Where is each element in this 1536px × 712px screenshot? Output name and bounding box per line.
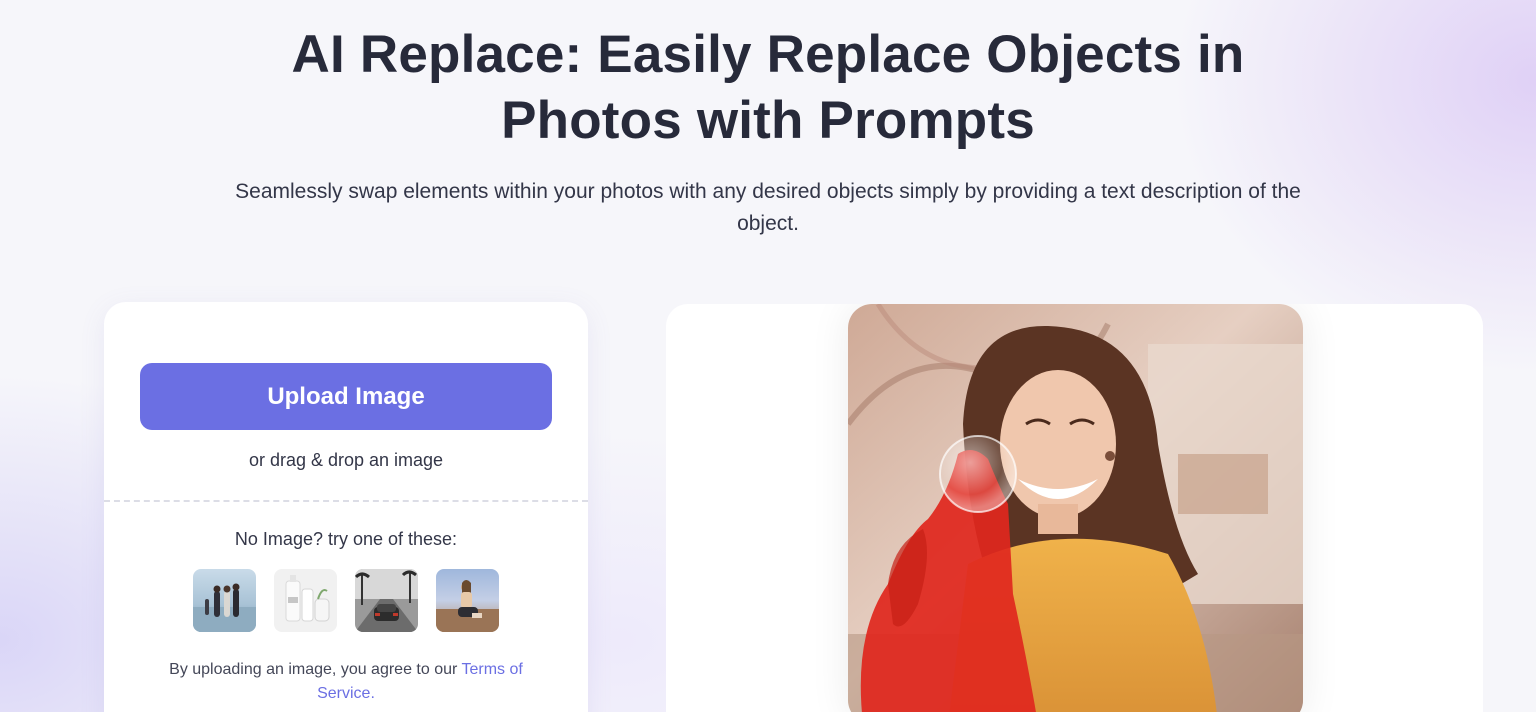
sample-prompt-text: No Image? try one of these: — [234, 529, 458, 549]
demo-photo — [848, 304, 1303, 712]
sample-product-bottles[interactable] — [274, 569, 337, 632]
upload-image-button[interactable]: Upload Image — [140, 363, 552, 430]
sample-beach-people[interactable] — [193, 569, 256, 632]
dashed-divider — [104, 500, 588, 502]
sample-images — [193, 569, 499, 632]
drag-drop-text: or drag & drop an image — [248, 450, 444, 470]
woman-portrait-image — [848, 304, 1303, 712]
terms-notice: By uploading an image, you agree to our … — [154, 658, 538, 706]
page-subtitle: Seamlessly swap elements within your pho… — [235, 180, 1301, 235]
product-bottles-thumbnail-icon — [274, 569, 337, 632]
sample-street-car[interactable] — [355, 569, 418, 632]
terms-prefix: By uploading an image, you agree to our — [169, 661, 458, 678]
sample-woman-sitting[interactable] — [436, 569, 499, 632]
woman-sitting-thumbnail-icon — [436, 569, 499, 632]
preview-card — [666, 304, 1483, 712]
page-title: AI Replace: Easily Replace Objects in Ph… — [291, 25, 1245, 150]
hero-section: AI Replace: Easily Replace Objects in Ph… — [0, 0, 1536, 240]
beach-people-thumbnail-icon — [193, 569, 256, 632]
upload-card: Upload Image or drag & drop an image No … — [104, 302, 588, 712]
street-car-thumbnail-icon — [355, 569, 418, 632]
